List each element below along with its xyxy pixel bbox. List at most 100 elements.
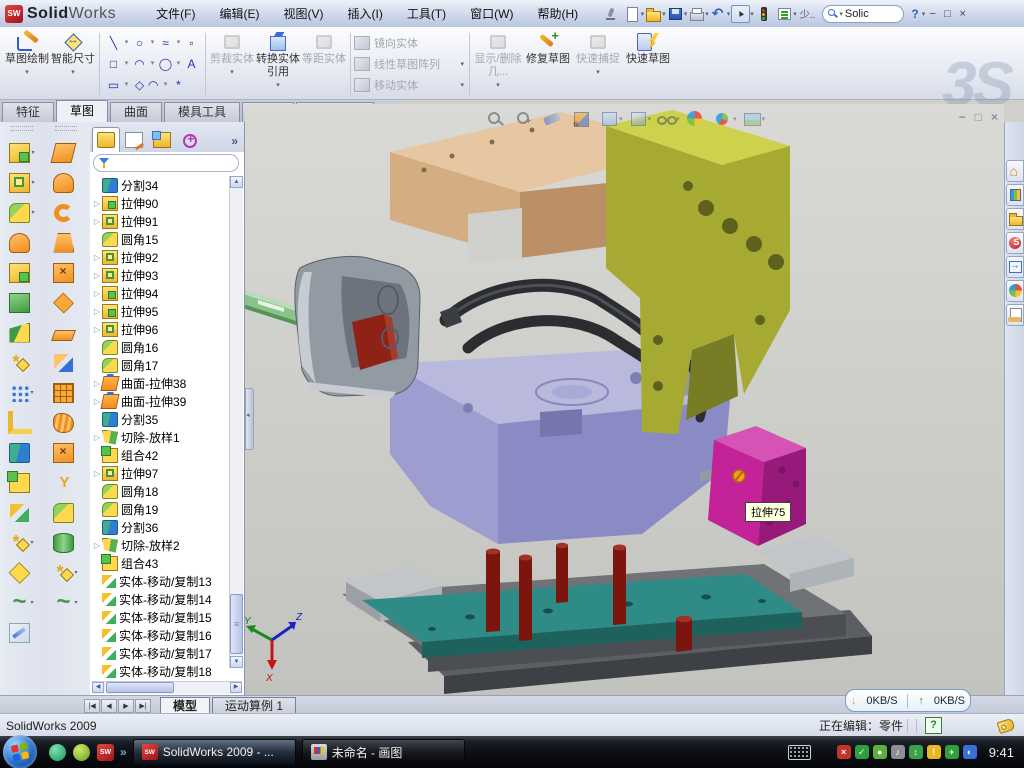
tree-item[interactable]: ▷ 实体-移动/复制16 — [92, 626, 230, 644]
toolbar-button[interactable]: ▾ — [9, 622, 34, 643]
tree-item[interactable]: ▷ 圆角16 — [92, 338, 230, 356]
taskbar-clock[interactable]: 9:41 — [989, 745, 1014, 760]
tag-icon[interactable] — [997, 717, 1016, 733]
expand-arrow-icon[interactable]: ▷ — [92, 541, 102, 550]
tree-item[interactable]: ▷ 圆角18 — [92, 482, 230, 500]
toolbar-button[interactable]: ▾ — [53, 262, 78, 283]
task-pane-tab[interactable] — [1006, 256, 1024, 278]
search-input[interactable]: Solic — [845, 8, 869, 20]
scroll-right-button[interactable]: ▶ — [230, 682, 242, 693]
toolbar-button[interactable]: ▾ — [53, 172, 78, 193]
sketch-tool-button[interactable]: ▾ — [174, 35, 183, 51]
expand-arrow-icon[interactable]: ▷ — [92, 307, 102, 316]
ribbon-tab[interactable]: 草图 — [56, 100, 108, 122]
task-pane-tab[interactable] — [1006, 160, 1024, 182]
search-box[interactable]: ▾ Solic — [822, 5, 904, 23]
solidworks-quicklaunch-icon[interactable]: SW — [97, 744, 114, 761]
tree-item[interactable]: ▷ 拉伸92 — [92, 248, 230, 266]
tree-item[interactable]: ▷ 组合43 — [92, 554, 230, 572]
dropdown-arrow-icon[interactable]: ▾ — [793, 10, 797, 18]
manager-tab[interactable] — [120, 127, 148, 152]
tree-item[interactable]: ▷ 曲面-拉伸39 — [92, 392, 230, 410]
doc-minimize-button[interactable]: − — [959, 110, 966, 124]
search-dropdown-icon[interactable]: ▾ — [839, 10, 843, 18]
print-icon[interactable] — [688, 6, 705, 22]
warning-icon[interactable]: ! — [927, 745, 941, 759]
tree-item[interactable]: ▷ 拉伸91 — [92, 212, 230, 230]
section-view-icon[interactable] — [571, 110, 591, 128]
expand-arrow-icon[interactable]: ▷ — [92, 289, 102, 298]
assembly-3d-view[interactable]: Y Z X — [245, 104, 1004, 695]
restore-button[interactable]: □ — [940, 8, 955, 20]
toolbar-button[interactable]: ▾ — [54, 472, 77, 493]
command-button[interactable]: 草图绘制 ▾ — [4, 29, 50, 99]
command-button[interactable]: 等距实体 ▾ — [301, 29, 347, 99]
toolbar-button[interactable]: ▾ — [10, 532, 33, 553]
tree-item[interactable]: ▷ 曲面-拉伸38 — [92, 374, 230, 392]
scene-icon[interactable] — [742, 110, 762, 128]
toolbar-button[interactable]: ▾ — [53, 502, 78, 523]
panel-chevron[interactable]: » — [231, 134, 242, 152]
toolbar-button[interactable]: ▾ — [10, 382, 33, 403]
toolbar-button[interactable]: ▾ — [54, 562, 77, 583]
options-icon[interactable] — [776, 6, 793, 22]
toolbar-button[interactable]: ▾ — [53, 412, 78, 433]
tree-horizontal-scrollbar[interactable]: ◀ ▶ — [92, 681, 242, 694]
defender-icon[interactable]: + — [945, 745, 959, 759]
command-button[interactable]: 镜向实体 ▾ — [354, 33, 466, 54]
tree-item[interactable]: ▷ 圆角15 — [92, 230, 230, 248]
sketch-tool-button[interactable]: ○ — [131, 35, 148, 51]
sketch-tool-button[interactable]: ≈ — [157, 35, 174, 51]
tab-nav-button[interactable]: ▶| — [135, 699, 151, 713]
quick-tips-button[interactable]: ? — [925, 717, 942, 734]
toolbar-button[interactable]: ▾ — [53, 382, 78, 403]
sketch-tool-button[interactable]: □ — [105, 56, 122, 72]
tree-item[interactable]: ▷ 切除-放样2 — [92, 536, 230, 554]
sketch-tool-button[interactable]: ▾ — [157, 77, 174, 93]
toolbar-button[interactable]: ▾ — [8, 412, 36, 433]
manager-tab[interactable] — [176, 127, 204, 152]
toolbar-button[interactable]: ▾ — [53, 442, 78, 463]
sketch-tool-button[interactable]: ▭ — [105, 77, 122, 93]
task-pane-tab[interactable] — [1006, 208, 1024, 230]
scroll-left-button[interactable]: ◀ — [92, 682, 104, 693]
badge-icon[interactable]: ● — [873, 745, 887, 759]
toolbar-button[interactable]: ▾ — [53, 232, 78, 253]
tree-item[interactable]: ▷ 实体-移动/复制15 — [92, 608, 230, 626]
menu-item[interactable]: 帮助(H) — [527, 2, 588, 25]
ribbon-tab[interactable]: 曲面 — [110, 102, 162, 122]
command-button[interactable]: 智能尺寸 ▾ — [50, 29, 96, 99]
toolbar-button[interactable]: ▾ — [53, 322, 78, 343]
menu-item[interactable]: 窗口(W) — [460, 2, 523, 25]
tree-item[interactable]: ▷ 组合42 — [92, 446, 230, 464]
tree-item[interactable]: ▷ 圆角17 — [92, 356, 230, 374]
toolbar-button[interactable]: ▾ — [10, 502, 33, 523]
toolbar-button[interactable]: ▾ — [9, 172, 34, 193]
lights-cameras-icon[interactable] — [755, 6, 772, 22]
tab-nav-button[interactable]: ◀ — [101, 699, 117, 713]
tree-item[interactable]: ▷ 拉伸95 — [92, 302, 230, 320]
tab-nav-button[interactable]: |◀ — [84, 699, 100, 713]
close-button[interactable]: × — [955, 8, 970, 20]
expand-arrow-icon[interactable]: ▷ — [92, 199, 102, 208]
expand-arrow-icon[interactable]: ▷ — [92, 217, 102, 226]
zoom-previous-icon[interactable] — [542, 110, 562, 128]
toolbar-button[interactable]: ▾ — [10, 592, 33, 613]
antivirus-icon[interactable]: × — [837, 745, 851, 759]
command-button[interactable]: 修复草图 ▾ — [523, 29, 573, 99]
dropdown-arrow-icon[interactable]: ▾ — [750, 10, 754, 18]
toolbar-button[interactable]: ▾ — [9, 322, 34, 343]
sketch-tool-button[interactable]: ▾ — [174, 56, 183, 72]
expand-arrow-icon[interactable]: ▷ — [92, 271, 102, 280]
dropdown-arrow-icon[interactable]: ▾ — [705, 10, 709, 18]
menu-item[interactable]: 视图(V) — [273, 2, 333, 25]
sketch-tool-button[interactable]: ▫ — [183, 35, 200, 51]
tree-filter-box[interactable] — [93, 154, 239, 172]
pin-icon[interactable] — [602, 6, 619, 22]
document-tab[interactable]: 模型 — [160, 697, 210, 714]
sketch-tool-button[interactable]: ◠ — [131, 56, 148, 72]
ribbon-tab[interactable]: 特征 — [2, 102, 54, 122]
manager-tab[interactable] — [148, 127, 176, 152]
new-document-icon[interactable] — [624, 6, 641, 22]
toolbar-button[interactable]: ▾ — [10, 352, 33, 373]
